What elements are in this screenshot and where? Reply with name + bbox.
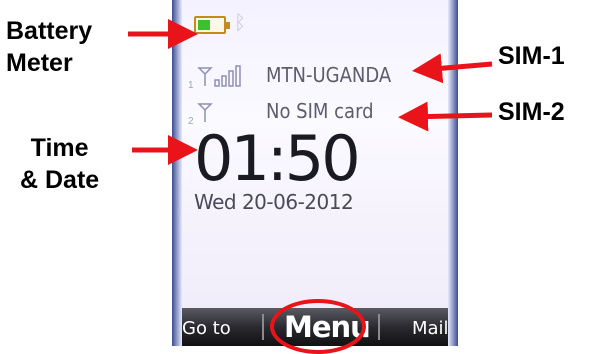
sim2-arrow — [398, 101, 493, 132]
annotation-arrows — [128, 19, 493, 165]
sim1-arrow — [412, 53, 493, 84]
